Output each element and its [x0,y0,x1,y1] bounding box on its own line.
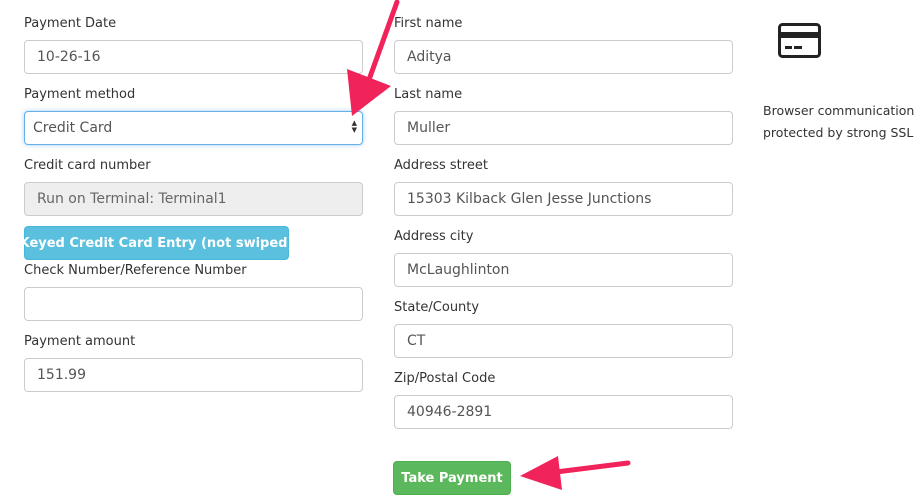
payment-method-select[interactable]: Credit Card ▲ ▼ [24,111,363,145]
address-city-input[interactable]: McLaughlinton [394,253,733,287]
last-name-label: Last name [394,87,463,102]
address-street-input[interactable]: 15303 Kilback Glen Jesse Junctions [394,182,733,216]
payment-date-label: Payment Date [24,16,117,31]
check-number-input[interactable] [24,287,363,321]
state-input[interactable]: CT [394,324,733,358]
address-city-label: Address city [394,229,474,244]
card-number-label: Credit card number [24,158,151,173]
payment-method-value: Credit Card [33,120,113,136]
check-number-label: Check Number/Reference Number [24,263,247,278]
payment-amount-input[interactable]: 151.99 [24,358,363,392]
ssl-note-line-1: Browser communication [763,103,915,118]
zip-input[interactable]: 40946-2891 [394,395,733,429]
credit-card-icon [778,23,821,58]
address-street-label: Address street [394,158,488,173]
payment-method-label: Payment method [24,87,136,102]
keyed-credit-card-entry-button[interactable]: Keyed Credit Card Entry (not swiped) [20,226,293,260]
card-number-input: Run on Terminal: Terminal1 [24,182,363,216]
last-name-input[interactable]: Muller [394,111,733,145]
state-label: State/County [394,300,480,315]
ssl-note-line-2: protected by strong SSL [763,125,914,140]
payment-date-input[interactable]: 10-26-16 [24,40,363,74]
first-name-label: First name [394,16,463,31]
zip-label: Zip/Postal Code [394,371,496,386]
annotation-arrow-bottom-icon [520,456,631,490]
payment-amount-label: Payment amount [24,334,136,349]
take-payment-button[interactable]: Take Payment [393,461,511,495]
first-name-input[interactable]: Aditya [394,40,733,74]
select-arrows-icon: ▲ ▼ [351,119,357,134]
